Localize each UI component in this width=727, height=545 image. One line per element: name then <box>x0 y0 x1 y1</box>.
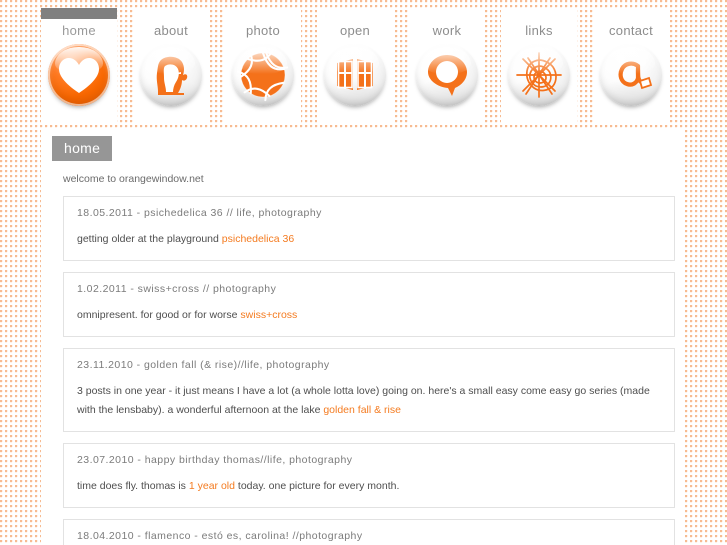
post-link[interactable]: swiss+cross <box>240 309 297 321</box>
post-title: 18.05.2011 - psichedelica 36 // life, ph… <box>77 207 322 219</box>
nav-item-label: work <box>432 23 462 38</box>
spiderweb-icon <box>508 44 570 106</box>
post-list: 18.05.2011 - psichedelica 36 // life, ph… <box>63 196 675 545</box>
post-item: 23.07.2010 - happy birthday thomas//life… <box>63 443 675 508</box>
nav-item-photo[interactable]: photo <box>225 8 301 123</box>
nav-item-about[interactable]: about <box>133 8 209 123</box>
nav-item-label: links <box>525 23 553 38</box>
nav-item-open[interactable]: open <box>317 8 393 123</box>
post-title: 1.02.2011 - swiss+cross // photography <box>77 283 277 295</box>
post-item: 1.02.2011 - swiss+cross // photography o… <box>63 272 675 337</box>
nav-separator <box>393 8 409 123</box>
main-content: home welcome to orangewindow.net 18.05.2… <box>41 130 685 545</box>
window-icon <box>324 44 386 106</box>
heart-icon <box>48 44 110 106</box>
portrait-icon <box>140 44 202 106</box>
post-body: getting older at the playground psichede… <box>77 230 661 249</box>
post-link[interactable]: golden fall & rise <box>323 404 401 416</box>
post-link[interactable]: 1 year old <box>189 480 235 492</box>
post-item: 23.11.2010 - golden fall (& rise)//life,… <box>63 348 675 432</box>
post-item: 18.04.2010 - flamenco - estó es, carolin… <box>63 519 675 545</box>
post-title: 23.07.2010 - happy birthday thomas//life… <box>77 454 353 466</box>
nav-item-links[interactable]: links <box>501 8 577 123</box>
nav-item-label: contact <box>608 23 653 38</box>
nav-separator <box>209 8 225 123</box>
page-title: home <box>52 136 113 161</box>
post-body: omnipresent. for good or for worse swiss… <box>77 306 661 325</box>
nav-separator <box>117 8 133 123</box>
nav-item-label: home <box>62 23 96 38</box>
post-body-text-after: today. one picture for every month. <box>234 480 400 492</box>
nav-separator <box>301 8 317 123</box>
post-body-text: getting older at the playground <box>77 233 222 245</box>
aperture-icon <box>232 44 294 106</box>
post-body-text: time does fly. thomas is <box>77 480 189 492</box>
nav-separator <box>577 8 593 123</box>
active-indicator-bar <box>41 8 117 19</box>
post-link[interactable]: psichedelica 36 <box>222 233 294 245</box>
nav-item-contact[interactable]: contact <box>593 8 669 123</box>
post-body: time does fly. thomas is 1 year old toda… <box>77 477 661 496</box>
post-title: 18.04.2010 - flamenco - estó es, carolin… <box>77 530 363 542</box>
post-body-text: omnipresent. for good or for worse <box>77 309 241 321</box>
nav-item-home[interactable]: home <box>41 8 117 123</box>
at-sign-icon <box>600 44 662 106</box>
nav-item-work[interactable]: work <box>409 8 485 123</box>
nav-item-label: open <box>339 23 371 38</box>
speech-bubble-icon <box>416 44 478 106</box>
post-body: 3 posts in one year - it just means I ha… <box>77 382 661 420</box>
post-item: 18.05.2011 - psichedelica 36 // life, ph… <box>63 196 675 261</box>
nav-item-label: about <box>153 23 189 38</box>
post-title: 23.11.2010 - golden fall (& rise)//life,… <box>77 359 330 371</box>
nav-separator <box>485 8 501 123</box>
nav-item-label: photo <box>245 23 281 38</box>
page-root: home about photo open work links contact… <box>0 0 727 545</box>
welcome-text: welcome to orangewindow.net <box>63 173 204 185</box>
main-navigation: home about photo open work links contact <box>41 8 685 123</box>
